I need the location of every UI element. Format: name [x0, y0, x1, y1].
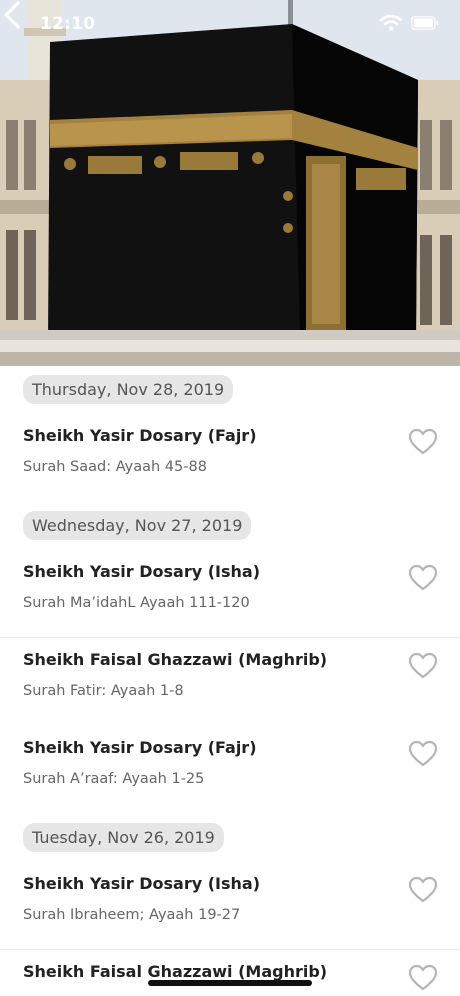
home-indicator[interactable]: [148, 980, 312, 986]
header-image-kaaba: 12:10: [0, 0, 460, 366]
status-bar: 12:10: [0, 0, 460, 50]
item-subtitle: Surah Fatir: Ayaah 1-8: [23, 683, 184, 699]
recitation-list: Thursday, Nov 28, 2019 Sheikh Yasir Dosa…: [0, 366, 460, 996]
date-header: Wednesday, Nov 27, 2019: [0, 502, 460, 550]
list-item[interactable]: Sheikh Yasir Dosary (Fajr) Surah A’raaf:…: [0, 726, 460, 814]
item-title: Sheikh Yasir Dosary (Isha): [23, 874, 261, 893]
date-chip: Tuesday, Nov 26, 2019: [23, 823, 224, 852]
date-header: Tuesday, Nov 26, 2019: [0, 814, 460, 862]
favorite-heart-icon[interactable]: [408, 652, 438, 680]
favorite-heart-icon[interactable]: [408, 964, 438, 992]
date-chip: Wednesday, Nov 27, 2019: [23, 511, 252, 540]
list-item[interactable]: Sheikh Faisal Ghazzawi (Maghrib) Surah F…: [0, 638, 460, 726]
wifi-icon: [380, 14, 402, 31]
list-item[interactable]: Sheikh Yasir Dosary (Isha) Surah Ma’idah…: [0, 550, 460, 638]
item-subtitle: Surah Ibraheem; Ayaah 19-27: [23, 907, 241, 923]
item-title: Sheikh Faisal Ghazzawi (Maghrib): [23, 650, 328, 669]
favorite-heart-icon[interactable]: [408, 876, 438, 904]
item-subtitle: Surah A’raaf: Ayaah 1-25: [23, 771, 205, 787]
item-title: Sheikh Faisal Ghazzawi (Maghrib): [23, 962, 328, 981]
app-screen: 12:10 Thursday, Nov 28, 2019 Sheikh Yasi…: [0, 0, 460, 996]
back-chevron-icon[interactable]: [0, 0, 26, 30]
favorite-heart-icon[interactable]: [408, 740, 438, 768]
battery-icon: [411, 16, 439, 30]
status-time: 12:10: [40, 14, 96, 34]
date-chip: Thursday, Nov 28, 2019: [23, 375, 234, 404]
item-title: Sheikh Yasir Dosary (Fajr): [23, 426, 257, 445]
favorite-heart-icon[interactable]: [408, 564, 438, 592]
favorite-heart-icon[interactable]: [408, 428, 438, 456]
list-item[interactable]: Sheikh Faisal Ghazzawi (Maghrib): [0, 950, 460, 996]
item-subtitle: Surah Ma’idahL Ayaah 111-120: [23, 595, 250, 611]
item-title: Sheikh Yasir Dosary (Fajr): [23, 738, 257, 757]
list-item[interactable]: Sheikh Yasir Dosary (Isha) Surah Ibrahee…: [0, 862, 460, 950]
item-subtitle: Surah Saad: Ayaah 45-88: [23, 459, 207, 475]
list-item[interactable]: Sheikh Yasir Dosary (Fajr) Surah Saad: A…: [0, 414, 460, 502]
date-header: Thursday, Nov 28, 2019: [0, 366, 460, 414]
item-title: Sheikh Yasir Dosary (Isha): [23, 562, 261, 581]
kaaba-illustration: [0, 0, 460, 366]
